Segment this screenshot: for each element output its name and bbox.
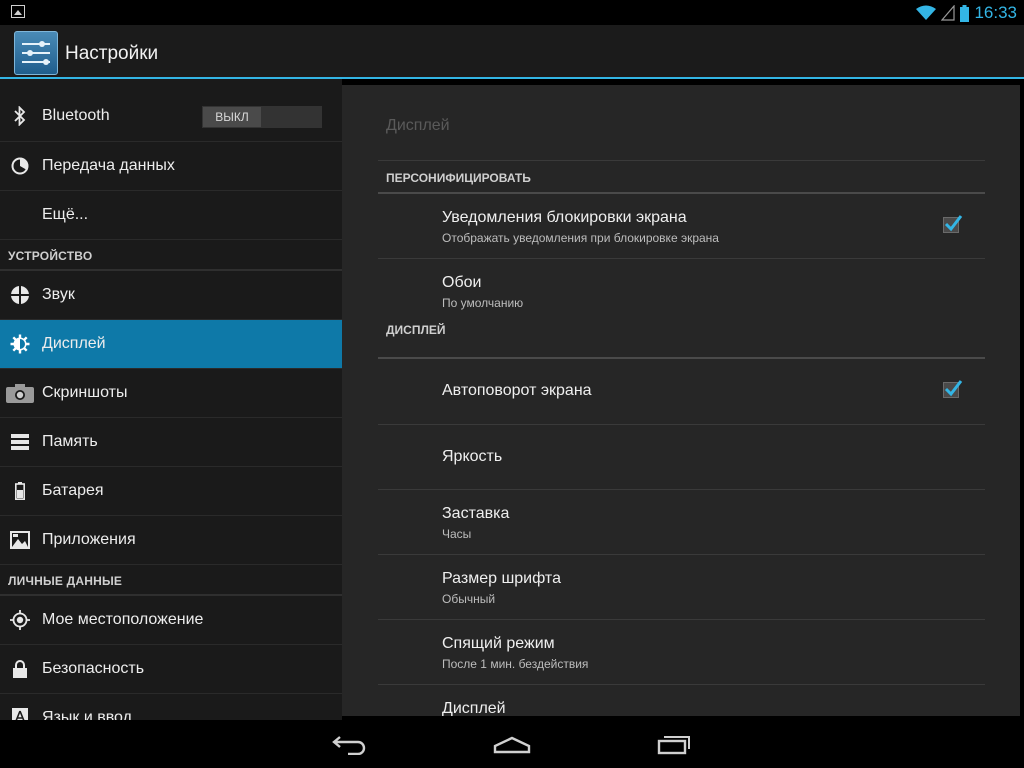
sidebar-item-label: Дисплей: [42, 335, 106, 352]
recents-button[interactable]: [645, 728, 705, 760]
sidebar-item-label: Звук: [42, 286, 75, 303]
sidebar-item-label: Передача данных: [42, 157, 175, 174]
status-bar: 16:33: [0, 0, 1024, 25]
section-header-label: ЛИЧНЫЕ ДАННЫЕ: [8, 574, 123, 588]
home-button[interactable]: [482, 728, 542, 760]
lock-icon: [10, 659, 30, 679]
daydream-item[interactable]: Заставка Часы: [378, 490, 985, 555]
recents-icon: [657, 736, 690, 755]
item-summary: По умолчанию: [442, 296, 524, 310]
auto-rotate-item[interactable]: Автоповорот экрана: [378, 359, 985, 425]
wifi-icon: [916, 5, 937, 20]
wallpaper-item[interactable]: Обои По умолчанию: [378, 259, 985, 323]
lockscreen-notifications-item[interactable]: Уведомления блокировки экрана Отображать…: [378, 194, 985, 259]
sidebar-item-label: Язык и ввод: [42, 709, 132, 720]
signal-icon: [941, 5, 956, 21]
item-title: Уведомления блокировки экрана: [442, 209, 687, 226]
sidebar-item-security[interactable]: Безопасность: [0, 645, 342, 694]
data-usage-icon: [10, 156, 30, 176]
section-header-label: ДИСПЛЕЙ: [386, 323, 446, 337]
display-settings-pane[interactable]: Дисплей ПЕРСОНИФИЦИРОВАТЬ Уведомления бл…: [342, 85, 1020, 716]
item-title: Автоповорот экрана: [442, 382, 592, 399]
sidebar-item-label: Приложения: [42, 531, 136, 548]
display-icon: [10, 334, 30, 354]
sound-icon: [10, 285, 30, 305]
sidebar-item-label: Память: [42, 433, 98, 450]
section-header-device: УСТРОЙСТВО: [0, 240, 342, 271]
checkmark-icon: [944, 215, 963, 232]
item-title: Дисплей: [442, 700, 506, 716]
item-summary: После 1 мин. бездействия: [442, 657, 589, 671]
sidebar-item-sound[interactable]: Звук: [0, 271, 342, 320]
sidebar-item-display[interactable]: Дисплей: [0, 320, 342, 369]
pane-title: Дисплей: [378, 85, 985, 161]
sidebar-item-screenshots[interactable]: Скриншоты: [0, 369, 342, 418]
status-icons: 16:33: [916, 2, 1017, 24]
section-header-label: ПЕРСОНИФИЦИРОВАТЬ: [386, 171, 531, 185]
section-header-personal: ЛИЧНЫЕ ДАННЫЕ: [0, 565, 342, 596]
sidebar-item-data-usage[interactable]: Передача данных: [0, 142, 342, 191]
back-button[interactable]: [320, 728, 380, 760]
gallery-notification-icon[interactable]: [11, 5, 25, 18]
section-header-display: ДИСПЛЕЙ: [378, 323, 985, 359]
sidebar-item-language[interactable]: Язык и ввод: [0, 694, 342, 720]
sidebar-item-label: Мое местоположение: [42, 611, 204, 628]
item-title: Яркость: [442, 448, 503, 465]
brightness-item[interactable]: Яркость: [378, 425, 985, 490]
item-summary: Обычный: [442, 592, 496, 606]
sidebar-item-storage[interactable]: Память: [0, 418, 342, 467]
sidebar-item-label: Безопасность: [42, 660, 145, 677]
item-title: Спящий режим: [442, 635, 555, 652]
app-title: Настройки: [65, 43, 159, 64]
navigation-bar: [0, 720, 1024, 768]
apps-icon: [10, 530, 30, 550]
sidebar-item-label: Скриншоты: [42, 384, 128, 401]
checkmark-icon: [944, 380, 963, 397]
battery-icon: [10, 481, 30, 501]
location-icon: [10, 610, 30, 630]
section-header-label: УСТРОЙСТВО: [8, 249, 93, 263]
auto-rotate-checkbox[interactable]: [943, 380, 963, 398]
sidebar-item-battery[interactable]: Батарея: [0, 467, 342, 516]
sleep-item[interactable]: Спящий режим После 1 мин. бездействия: [378, 620, 985, 685]
item-summary: Часы: [442, 527, 472, 541]
item-summary: Отображать уведомления при блокировке эк…: [442, 231, 719, 245]
sidebar-item-label: Ещё...: [42, 206, 89, 223]
storage-icon: [10, 432, 30, 452]
sidebar-item-more[interactable]: Ещё...: [0, 191, 342, 240]
sidebar-item-label: Bluetooth: [42, 107, 110, 124]
battery-icon: [960, 4, 970, 22]
settings-headers-list[interactable]: Bluetooth ВЫКЛ Передача данных Ещё... УС…: [0, 79, 342, 720]
toggle-off-label: ВЫКЛ: [203, 107, 261, 127]
home-icon: [493, 736, 531, 754]
sidebar-item-location[interactable]: Мое местоположение: [0, 596, 342, 645]
pane-title-text: Дисплей: [386, 117, 450, 134]
back-icon: [332, 736, 366, 755]
bluetooth-icon: [10, 106, 30, 126]
font-size-item[interactable]: Размер шрифта Обычный: [378, 555, 985, 620]
sidebar-item-label: Батарея: [42, 482, 104, 499]
clock: 16:33: [974, 3, 1017, 22]
lockscreen-notifications-checkbox[interactable]: [943, 215, 963, 233]
bluetooth-toggle[interactable]: ВЫКЛ: [202, 106, 322, 128]
sidebar-item-bluetooth[interactable]: Bluetooth ВЫКЛ: [0, 92, 342, 142]
camera-icon: [6, 383, 34, 403]
display-sub-item[interactable]: Дисплей: [378, 685, 985, 716]
item-title: Размер шрифта: [442, 570, 561, 587]
item-title: Заставка: [442, 505, 510, 522]
section-header-personalize: ПЕРСОНИФИЦИРОВАТЬ: [378, 161, 985, 194]
item-title: Обои: [442, 274, 482, 291]
sidebar-item-apps[interactable]: Приложения: [0, 516, 342, 565]
action-bar: Настройки: [0, 25, 1024, 79]
settings-sliders-icon[interactable]: [14, 31, 58, 75]
language-icon: [10, 708, 30, 720]
